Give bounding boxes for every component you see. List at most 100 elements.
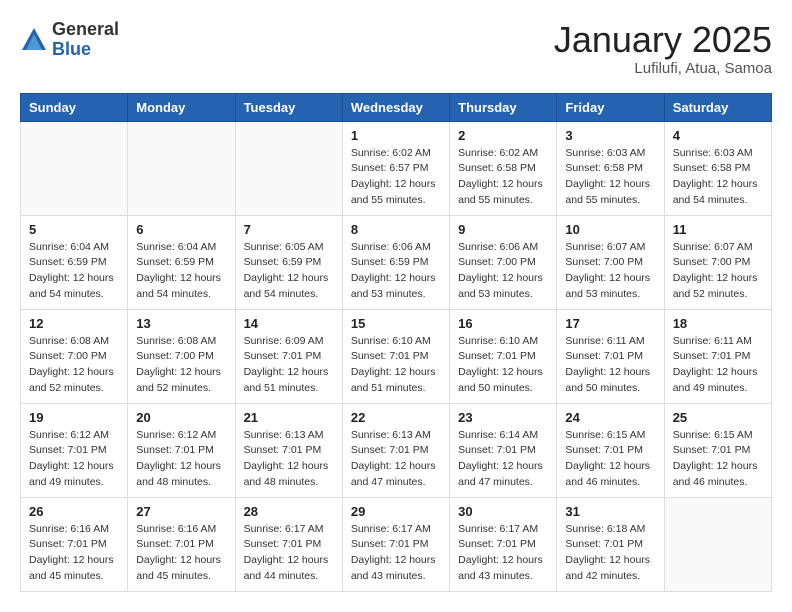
logo-text: General Blue: [52, 20, 119, 60]
day-info: Sunrise: 6:05 AMSunset: 6:59 PMDaylight:…: [244, 240, 334, 303]
day-number: 23: [458, 410, 548, 425]
week-row-2: 5 Sunrise: 6:04 AMSunset: 6:59 PMDaylight…: [21, 215, 772, 309]
day-number: 27: [136, 504, 226, 519]
day-number: 21: [244, 410, 334, 425]
day-number: 11: [673, 222, 763, 237]
day-number: 22: [351, 410, 441, 425]
day-info: Sunrise: 6:03 AMSunset: 6:58 PMDaylight:…: [565, 146, 655, 209]
day-info: Sunrise: 6:03 AMSunset: 6:58 PMDaylight:…: [673, 146, 763, 209]
day-number: 19: [29, 410, 119, 425]
day-cell: 1 Sunrise: 6:02 AMSunset: 6:57 PMDaylight…: [342, 121, 449, 215]
logo: General Blue: [20, 20, 119, 60]
day-info: Sunrise: 6:06 AMSunset: 7:00 PMDaylight:…: [458, 240, 548, 303]
day-number: 6: [136, 222, 226, 237]
day-cell: 6Sunrise: 6:04 AMSunset: 6:59 PMDaylight…: [128, 215, 235, 309]
day-number: 1: [351, 128, 441, 143]
day-cell: 22Sunrise: 6:13 AMSunset: 7:01 PMDayligh…: [342, 403, 449, 497]
day-number: 31: [565, 504, 655, 519]
day-cell: 31 Sunrise: 6:18 AMSunset: 7:01 PMDayligh…: [557, 497, 664, 591]
day-number: 16: [458, 316, 548, 331]
logo-icon: [20, 26, 48, 54]
day-info: Sunrise: 6:17 AMSunset: 7:01 PMDaylight:…: [351, 522, 441, 585]
day-info: Sunrise: 6:10 AMSunset: 7:01 PMDaylight:…: [458, 334, 548, 397]
day-cell: 30 Sunrise: 6:17 AMSunset: 7:01 PMDayligh…: [450, 497, 557, 591]
day-info: Sunrise: 6:11 AMSunset: 7:01 PMDaylight:…: [673, 334, 763, 397]
day-number: 29: [351, 504, 441, 519]
day-number: 5: [29, 222, 119, 237]
week-row-5: 26 Sunrise: 6:16 AMSunset: 7:01 PMDayligh…: [21, 497, 772, 591]
week-row-3: 12Sunrise: 6:08 AMSunset: 7:00 PMDayligh…: [21, 309, 772, 403]
day-cell: 16 Sunrise: 6:10 AMSunset: 7:01 PMDayligh…: [450, 309, 557, 403]
day-cell: 5 Sunrise: 6:04 AMSunset: 6:59 PMDaylight…: [21, 215, 128, 309]
day-info: Sunrise: 6:15 AMSunset: 7:01 PMDaylight:…: [673, 428, 763, 491]
day-info: Sunrise: 6:07 AMSunset: 7:00 PMDaylight:…: [565, 240, 655, 303]
day-cell: 9Sunrise: 6:06 AMSunset: 7:00 PMDaylight…: [450, 215, 557, 309]
day-number: 8: [351, 222, 441, 237]
day-info: Sunrise: 6:11 AMSunset: 7:01 PMDaylight:…: [565, 334, 655, 397]
day-cell: 3 Sunrise: 6:03 AMSunset: 6:58 PMDaylight…: [557, 121, 664, 215]
day-cell: 28 Sunrise: 6:17 AMSunset: 7:01 PMDayligh…: [235, 497, 342, 591]
day-info: Sunrise: 6:17 AMSunset: 7:01 PMDaylight:…: [244, 522, 334, 585]
day-cell: 20 Sunrise: 6:12 AMSunset: 7:01 PMDayligh…: [128, 403, 235, 497]
week-row-1: 1 Sunrise: 6:02 AMSunset: 6:57 PMDaylight…: [21, 121, 772, 215]
day-number: 7: [244, 222, 334, 237]
day-number: 28: [244, 504, 334, 519]
weekday-header-tuesday: Tuesday: [235, 93, 342, 121]
day-number: 25: [673, 410, 763, 425]
day-cell: 13Sunrise: 6:08 AMSunset: 7:00 PMDayligh…: [128, 309, 235, 403]
weekday-header-sunday: Sunday: [21, 93, 128, 121]
day-cell: 25 Sunrise: 6:15 AMSunset: 7:01 PMDayligh…: [664, 403, 771, 497]
day-number: 30: [458, 504, 548, 519]
calendar-table: SundayMondayTuesdayWednesdayThursdayFrid…: [20, 93, 772, 592]
page-header: General Blue January 2025 Lufilufi, Atua…: [20, 20, 772, 77]
day-info: Sunrise: 6:12 AMSunset: 7:01 PMDaylight:…: [136, 428, 226, 491]
day-info: Sunrise: 6:08 AMSunset: 7:00 PMDaylight:…: [29, 334, 119, 397]
day-info: Sunrise: 6:10 AMSunset: 7:01 PMDaylight:…: [351, 334, 441, 397]
weekday-header-thursday: Thursday: [450, 93, 557, 121]
day-cell: 21 Sunrise: 6:13 AMSunset: 7:01 PMDayligh…: [235, 403, 342, 497]
day-cell: 29 Sunrise: 6:17 AMSunset: 7:01 PMDayligh…: [342, 497, 449, 591]
day-cell: 8 Sunrise: 6:06 AMSunset: 6:59 PMDaylight…: [342, 215, 449, 309]
day-cell: 10 Sunrise: 6:07 AMSunset: 7:00 PMDayligh…: [557, 215, 664, 309]
day-info: Sunrise: 6:02 AMSunset: 6:57 PMDaylight:…: [351, 146, 441, 209]
day-info: Sunrise: 6:12 AMSunset: 7:01 PMDaylight:…: [29, 428, 119, 491]
day-info: Sunrise: 6:13 AMSunset: 7:01 PMDaylight:…: [244, 428, 334, 491]
day-info: Sunrise: 6:16 AMSunset: 7:01 PMDaylight:…: [136, 522, 226, 585]
day-info: Sunrise: 6:08 AMSunset: 7:00 PMDaylight:…: [136, 334, 226, 397]
day-number: 14: [244, 316, 334, 331]
day-cell: 14 Sunrise: 6:09 AMSunset: 7:01 PMDayligh…: [235, 309, 342, 403]
location-subtitle: Lufilufi, Atua, Samoa: [554, 60, 772, 77]
day-number: 3: [565, 128, 655, 143]
day-cell: 26 Sunrise: 6:16 AMSunset: 7:01 PMDayligh…: [21, 497, 128, 591]
weekday-header-friday: Friday: [557, 93, 664, 121]
day-cell: 7 Sunrise: 6:05 AMSunset: 6:59 PMDaylight…: [235, 215, 342, 309]
day-info: Sunrise: 6:17 AMSunset: 7:01 PMDaylight:…: [458, 522, 548, 585]
day-number: 20: [136, 410, 226, 425]
logo-blue: Blue: [52, 40, 119, 60]
day-info: Sunrise: 6:04 AMSunset: 6:59 PMDaylight:…: [29, 240, 119, 303]
day-info: Sunrise: 6:09 AMSunset: 7:01 PMDaylight:…: [244, 334, 334, 397]
title-block: January 2025 Lufilufi, Atua, Samoa: [554, 20, 772, 77]
day-number: 26: [29, 504, 119, 519]
day-cell: 18 Sunrise: 6:11 AMSunset: 7:01 PMDayligh…: [664, 309, 771, 403]
day-info: Sunrise: 6:06 AMSunset: 6:59 PMDaylight:…: [351, 240, 441, 303]
day-number: 15: [351, 316, 441, 331]
day-cell: [235, 121, 342, 215]
week-row-4: 19 Sunrise: 6:12 AMSunset: 7:01 PMDayligh…: [21, 403, 772, 497]
day-cell: 15 Sunrise: 6:10 AMSunset: 7:01 PMDayligh…: [342, 309, 449, 403]
day-cell: [21, 121, 128, 215]
day-info: Sunrise: 6:16 AMSunset: 7:01 PMDaylight:…: [29, 522, 119, 585]
day-number: 2: [458, 128, 548, 143]
day-number: 10: [565, 222, 655, 237]
day-number: 18: [673, 316, 763, 331]
day-info: Sunrise: 6:18 AMSunset: 7:01 PMDaylight:…: [565, 522, 655, 585]
day-cell: 2 Sunrise: 6:02 AMSunset: 6:58 PMDaylight…: [450, 121, 557, 215]
weekday-header-saturday: Saturday: [664, 93, 771, 121]
day-cell: [664, 497, 771, 591]
day-cell: 4Sunrise: 6:03 AMSunset: 6:58 PMDaylight…: [664, 121, 771, 215]
day-info: Sunrise: 6:15 AMSunset: 7:01 PMDaylight:…: [565, 428, 655, 491]
day-info: Sunrise: 6:02 AMSunset: 6:58 PMDaylight:…: [458, 146, 548, 209]
weekday-header-row: SundayMondayTuesdayWednesdayThursdayFrid…: [21, 93, 772, 121]
day-cell: 12Sunrise: 6:08 AMSunset: 7:00 PMDayligh…: [21, 309, 128, 403]
day-cell: 27 Sunrise: 6:16 AMSunset: 7:01 PMDayligh…: [128, 497, 235, 591]
